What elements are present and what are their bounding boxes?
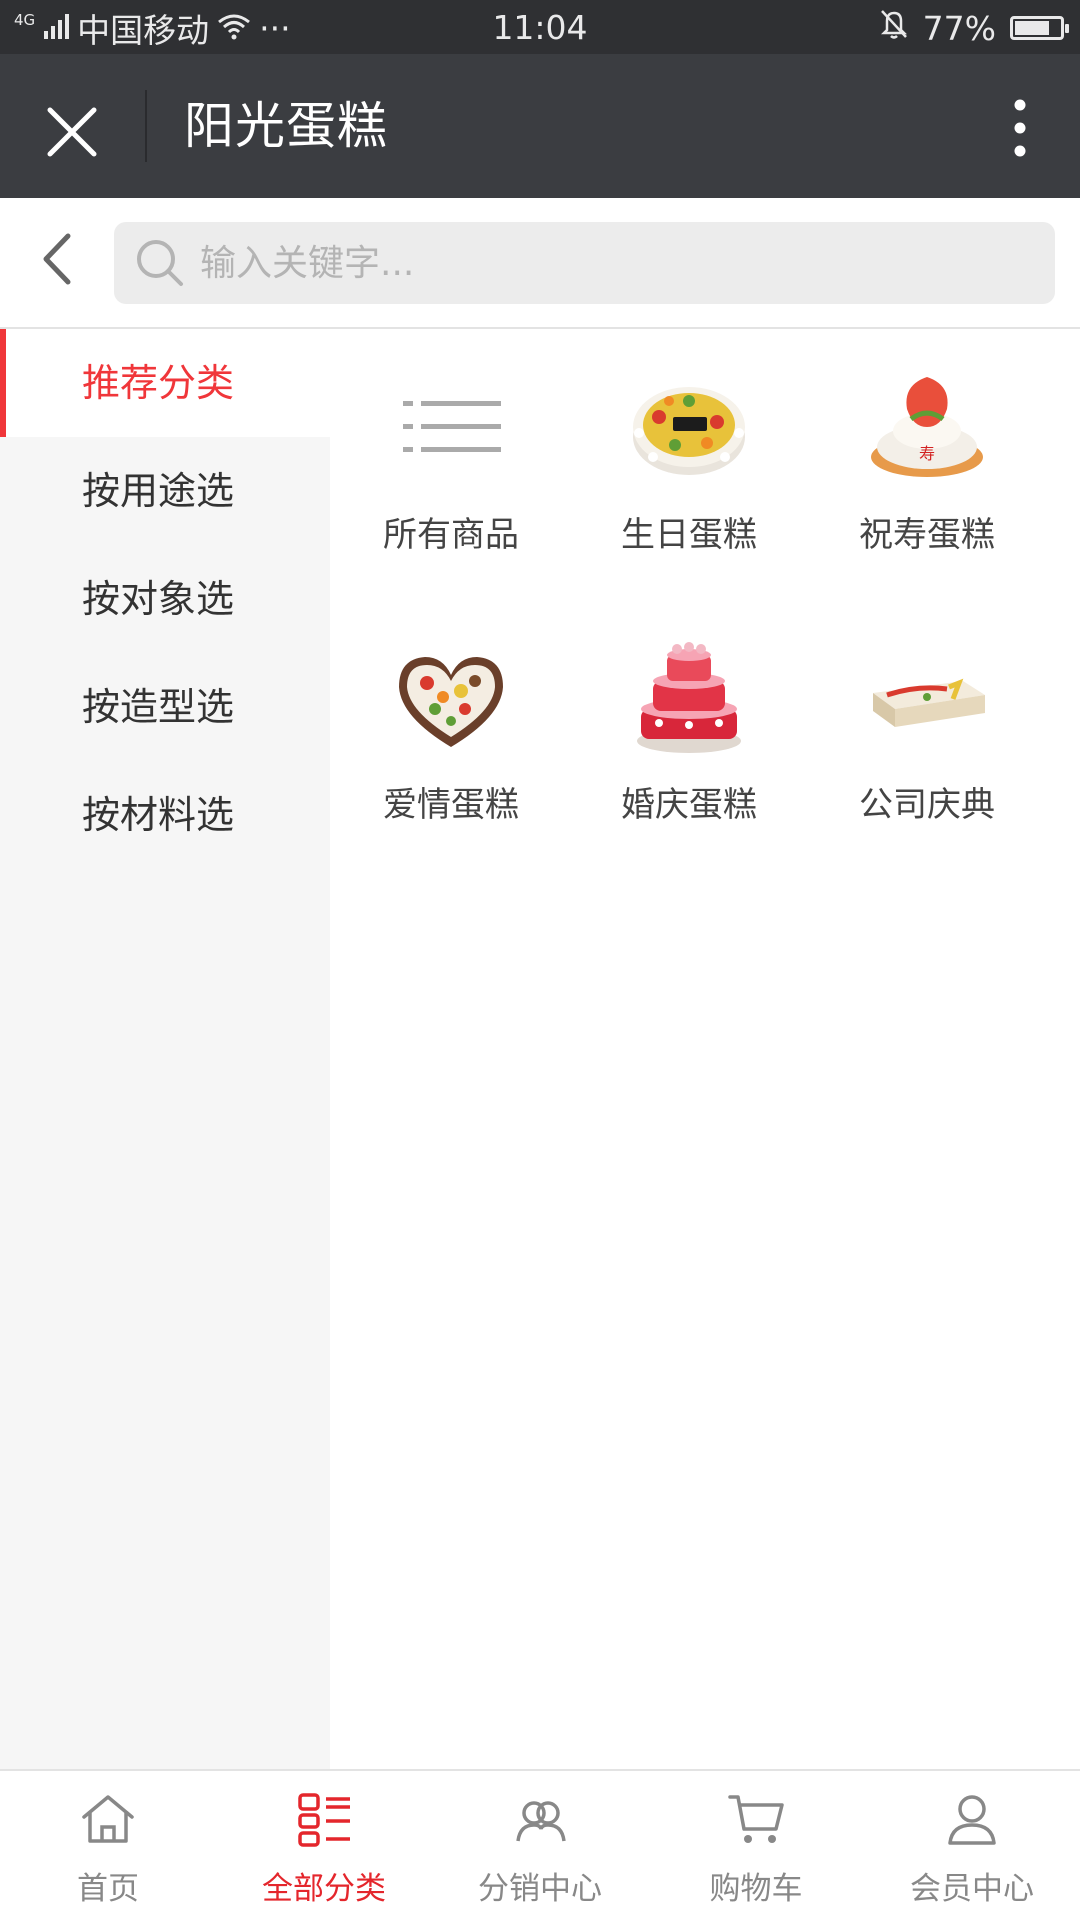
category-company-celebration[interactable]: 公司庆典 xyxy=(808,589,1046,829)
sidebar-item-label: 按对象选 xyxy=(82,577,235,621)
sidebar-item-label: 按造型选 xyxy=(82,685,235,729)
category-icon xyxy=(298,1793,350,1847)
status-right: 77% xyxy=(879,6,1069,50)
sidebar-item-by-shape[interactable]: 按造型选 xyxy=(0,653,330,761)
tab-label: 会员中心 xyxy=(910,1871,1034,1907)
battery-icon xyxy=(1010,16,1069,40)
sidebar-item-label: 按材料选 xyxy=(82,793,235,837)
tab-distribution-center[interactable]: 分销中心 xyxy=(432,1771,648,1920)
tab-label: 分销中心 xyxy=(478,1871,602,1907)
heart-cake-image xyxy=(399,657,503,747)
tab-all-categories[interactable]: 全部分类 xyxy=(216,1771,432,1920)
status-bar: 4G 中国移动 ··· 11:04 77% xyxy=(0,0,1080,54)
member-icon xyxy=(948,1795,996,1845)
sidebar-item-recommended[interactable]: 推荐分类 xyxy=(0,329,330,437)
search-box[interactable] xyxy=(114,222,1055,304)
more-vertical-icon xyxy=(1014,99,1026,157)
sidebar-item-by-material[interactable]: 按材料选 xyxy=(0,761,330,869)
close-button[interactable] xyxy=(34,94,110,170)
svg-text:寿: 寿 xyxy=(919,444,935,463)
distribution-icon xyxy=(516,1801,566,1842)
category-label: 所有商品 xyxy=(383,515,519,555)
longevity-cake-image: 寿 xyxy=(871,377,983,477)
sidebar-item-label: 按用途选 xyxy=(82,469,235,513)
category-sidebar: 推荐分类 按用途选 按对象选 按造型选 按材料选 xyxy=(0,329,330,1769)
cart-icon xyxy=(728,1795,784,1843)
tab-home[interactable]: 首页 xyxy=(0,1771,216,1920)
tab-label: 购物车 xyxy=(709,1871,803,1907)
tab-member-center[interactable]: 会员中心 xyxy=(864,1771,1080,1920)
category-grid: 所有商品 生日蛋糕 寿 祝寿蛋糕 爱情蛋糕 婚庆蛋糕 公司庆典 xyxy=(330,329,1080,1769)
tab-label: 全部分类 xyxy=(262,1871,386,1907)
page-title: 阳光蛋糕 xyxy=(184,97,388,155)
tab-cart[interactable]: 购物车 xyxy=(648,1771,864,1920)
bottom-tab-bar: 首页 全部分类 分销中心 购物车 会员中心 xyxy=(0,1769,1080,1920)
home-icon xyxy=(82,1795,134,1843)
battery-percent: 77% xyxy=(922,8,996,48)
birthday-cake-image xyxy=(633,387,745,475)
list-icon xyxy=(403,401,501,452)
silent-bell-icon xyxy=(879,8,909,48)
wedding-cake-image xyxy=(637,642,741,753)
category-label: 爱情蛋糕 xyxy=(383,785,519,825)
title-bar: 阳光蛋糕 xyxy=(0,54,1080,198)
category-label: 公司庆典 xyxy=(859,785,995,825)
category-label: 生日蛋糕 xyxy=(621,515,757,555)
sidebar-item-label: 推荐分类 xyxy=(82,361,235,405)
search-input[interactable] xyxy=(198,241,1022,285)
celebration-cake-image xyxy=(873,678,985,727)
sidebar-item-by-use[interactable]: 按用途选 xyxy=(0,437,330,545)
category-wedding-cake[interactable]: 婚庆蛋糕 xyxy=(570,589,808,829)
search-icon xyxy=(134,237,186,289)
more-button[interactable] xyxy=(980,90,1060,166)
category-all-products[interactable]: 所有商品 xyxy=(332,319,570,559)
category-longevity-cake[interactable]: 寿 祝寿蛋糕 xyxy=(808,319,1046,559)
search-row xyxy=(0,198,1080,329)
category-love-cake[interactable]: 爱情蛋糕 xyxy=(332,589,570,829)
category-label: 婚庆蛋糕 xyxy=(621,785,757,825)
back-button[interactable] xyxy=(26,222,88,296)
category-label: 祝寿蛋糕 xyxy=(859,515,995,555)
sidebar-item-by-recipient[interactable]: 按对象选 xyxy=(0,545,330,653)
close-icon xyxy=(47,107,97,157)
category-birthday-cake[interactable]: 生日蛋糕 xyxy=(570,319,808,559)
tab-label: 首页 xyxy=(77,1871,139,1907)
title-divider xyxy=(145,90,147,162)
chevron-left-icon xyxy=(43,233,71,285)
